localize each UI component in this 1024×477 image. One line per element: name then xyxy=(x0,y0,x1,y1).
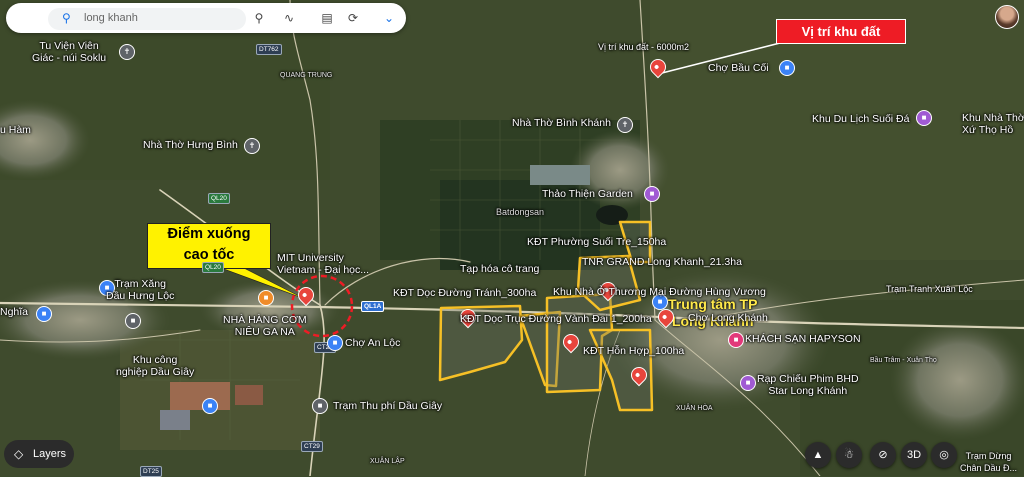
ruler-icon[interactable]: ▤ xyxy=(318,9,336,27)
place-label-khu-du-lich: Khu Du Lịch Suối Đá xyxy=(812,113,910,125)
compass-button[interactable]: ▲ xyxy=(805,442,831,468)
location-pin-icon[interactable]: ⚲ xyxy=(250,9,268,27)
temple-icon[interactable]: ✝ xyxy=(119,44,135,60)
place-label-nha-tho-binh-khanh: Nhà Thờ Bình Khánh xyxy=(512,117,611,129)
place-label-kdt-phuong-suoi-tre: KĐT Phường Suối Tre_150ha xyxy=(527,236,667,248)
search-toolbar: ⚲ long khanh ⚲ ∿ ▤ ⟳ ⌄ xyxy=(6,3,406,33)
city-center-line1: Trung tâm TP xyxy=(668,296,758,312)
layers-label: Layers xyxy=(33,448,67,460)
place-label-thao-thien: Thảo Thiện Garden xyxy=(542,188,633,200)
search-value: long khanh xyxy=(84,12,138,24)
layers-icon: ◇ xyxy=(14,447,24,461)
place-label-cho-bau-coi: Chợ Bầu Cối xyxy=(708,62,769,74)
place-label-vi-tri: Vị trí khu đất - 6000m2 xyxy=(598,42,690,52)
place-label-kdt-hon-hop: KĐT Hỗn Hợp_100ha xyxy=(583,345,685,357)
place-label-tram-thu-phi: Trạm Thu phí Dầu Giây xyxy=(333,400,443,412)
street-view-button[interactable]: ☃ xyxy=(836,442,862,468)
place-label-xuan-hoa: XUÂN HÒA xyxy=(676,405,713,412)
place-label-tram-tranh: Trạm Tranh Xuân Lộc xyxy=(886,284,973,294)
compass-icon: ▲ xyxy=(812,449,824,461)
place-label-cho-long-khanh: Chợ Long Khánh xyxy=(688,312,768,324)
place-label-bau-tram: Bầu Trâm - Xuân Thọ xyxy=(870,357,937,364)
place-label-tram-dung: Trạm Dừng Chân Dầu Đ... xyxy=(960,451,1018,473)
place-label-kdt-vanh-dai: KĐT Dọc Trục Đường Vành Đai 1_200ha xyxy=(460,313,652,325)
toll-station-icon[interactable]: ■ xyxy=(312,398,328,414)
place-label-khu-nha-o: Khu Nhà Ở Thương Mại Đường Hùng Vương xyxy=(553,286,766,298)
road-shield-dt25: DT25 xyxy=(140,466,162,477)
industrial-icon[interactable]: ■ xyxy=(202,398,218,414)
hotel-icon[interactable]: ■ xyxy=(728,332,744,348)
chevron-down-icon[interactable]: ⌄ xyxy=(380,9,398,27)
place-label-nha-tho-hung-binh: Nhà Thờ Hưng Bình xyxy=(143,139,238,151)
history-icon[interactable]: ⟳ xyxy=(344,9,362,27)
cinema-icon[interactable]: ■ xyxy=(740,375,756,391)
place-label-tu-vien: Tu Viện Viên Giác - núi Soklu xyxy=(32,40,107,64)
place-label-khach-san: KHÁCH SẠN HAPYSON xyxy=(745,333,861,345)
poi-icon[interactable]: ■ xyxy=(36,306,52,322)
road-shield-ql1a: QL1A xyxy=(361,301,385,312)
place-label-rap-chieu: Rạp Chiếu Phim BHD Star Long Khánh xyxy=(757,373,859,397)
place-label-tram-xang: Trạm Xăng Dầu Hưng Lộc xyxy=(106,278,175,302)
road-shield-ql20-b: QL20 xyxy=(202,262,224,273)
measure-path-icon[interactable]: ∿ xyxy=(280,9,298,27)
search-icon: ⚲ xyxy=(62,11,71,25)
place-label-u-ham: u Hàm xyxy=(0,124,31,136)
poi-icon[interactable]: ■ xyxy=(125,313,141,329)
garden-icon[interactable]: ■ xyxy=(644,186,660,202)
layers-button[interactable]: ◇ Layers xyxy=(4,440,74,468)
place-label-tap-hoa: Tạp hóa cô trang xyxy=(460,263,540,275)
photos-toggle-button[interactable]: ⊘ xyxy=(870,442,896,468)
my-location-button[interactable]: ◎ xyxy=(931,442,957,468)
market-icon[interactable]: ■ xyxy=(327,335,343,351)
avatar[interactable] xyxy=(995,5,1019,29)
place-label-cho-an-loc: Chợ An Lộc xyxy=(345,337,401,349)
pegman-icon: ☃ xyxy=(844,449,854,461)
land-location-callout: Vị trí khu đất xyxy=(776,19,906,44)
place-label-khu-cong-nghiep: Khu công nghiệp Dầu Giây xyxy=(116,354,195,378)
place-label-quang-trung: QUANG TRUNG xyxy=(280,72,333,79)
place-label-nha-hang: NHÀ HÀNG CƠM NIÊU GA NA xyxy=(223,314,307,338)
church-icon[interactable]: ✝ xyxy=(244,138,260,154)
no-photos-icon: ⊘ xyxy=(878,449,888,461)
search-input[interactable]: ⚲ long khanh xyxy=(48,8,246,30)
road-shield-dt762: DT762 xyxy=(256,44,282,55)
attraction-icon[interactable]: ■ xyxy=(916,110,932,126)
place-label-mit: MIT University Vietnam - Đại học... xyxy=(277,252,370,276)
3d-toggle-button[interactable]: 3D xyxy=(901,442,927,468)
place-label-xu-tho: Khu Nhà Thờ Xứ Thọ Hồ xyxy=(962,112,1024,136)
place-label-tnr-grand: TNR GRAND Long Khanh_21.3ha xyxy=(582,256,742,268)
3d-label: 3D xyxy=(906,449,922,461)
road-shield-ql20-a: QL20 xyxy=(208,193,230,204)
place-label-kdt-doc-duong-tranh: KĐT Dọc Đường Tránh_300ha xyxy=(393,287,537,299)
place-label-nghia: Nghĩa xyxy=(0,306,29,318)
highway-exit-line1: Điểm xuống xyxy=(167,226,251,242)
road-shield-ct29-b: CT29 xyxy=(301,441,323,452)
market-icon[interactable]: ■ xyxy=(779,60,795,76)
target-icon: ◎ xyxy=(939,449,949,461)
church-icon[interactable]: ✝ xyxy=(617,117,633,133)
restaurant-icon[interactable]: ■ xyxy=(258,290,274,306)
watermark: Batdongsan xyxy=(496,207,545,217)
place-label-xuan-lap: XUÂN LẬP xyxy=(370,458,405,465)
